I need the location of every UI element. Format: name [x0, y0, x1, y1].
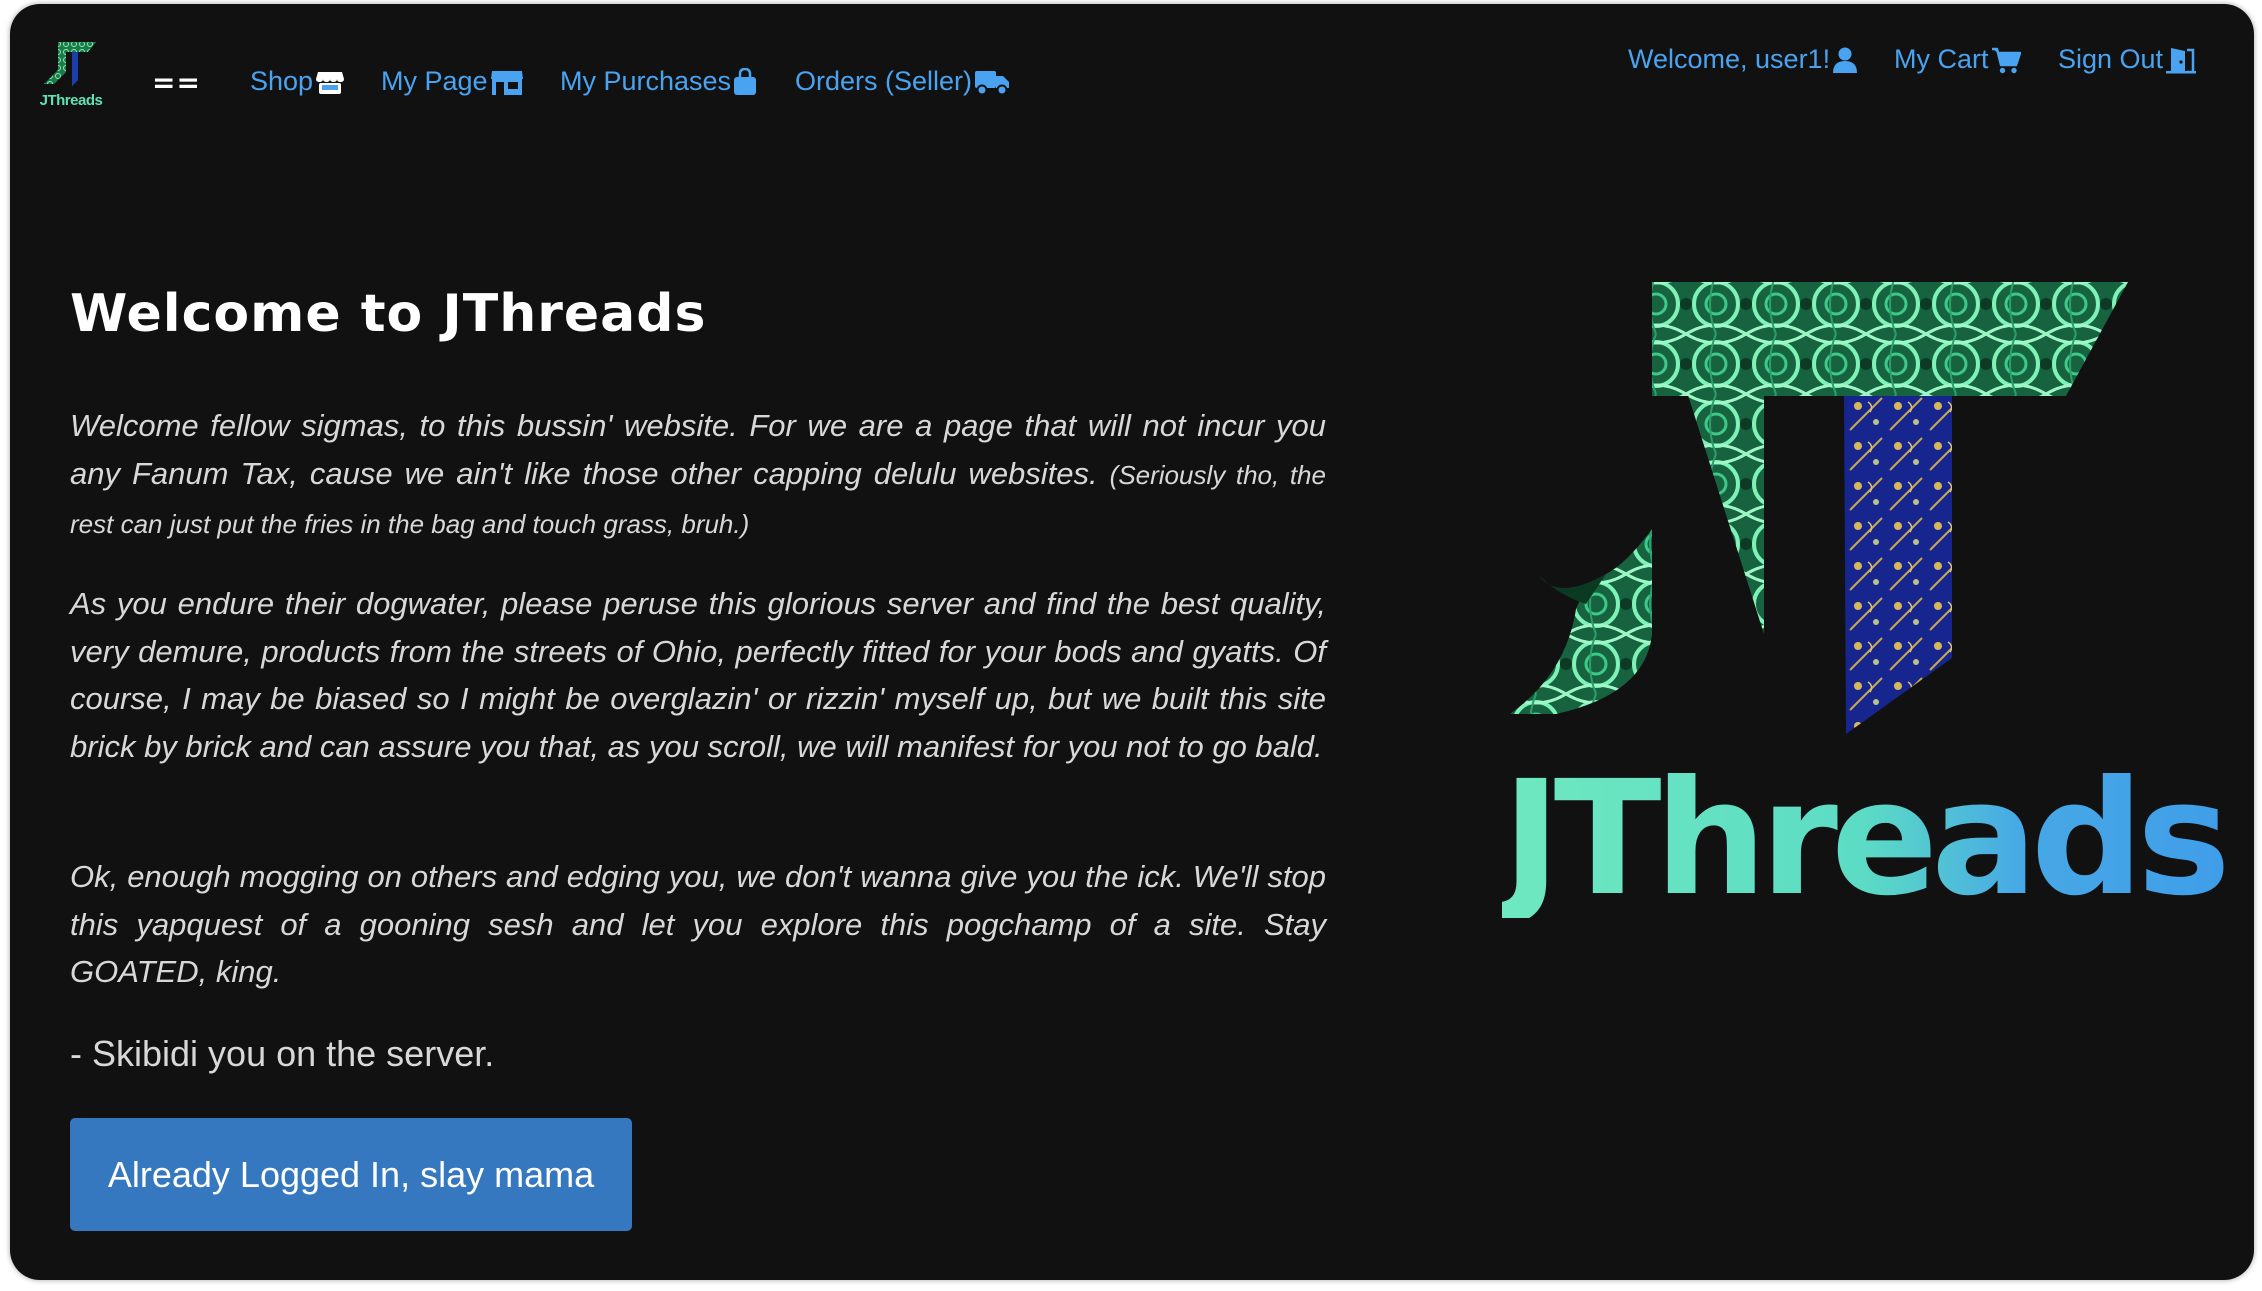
hero-logo: JThreads: [1446, 274, 2231, 964]
nav-my-page-link[interactable]: My Page: [381, 66, 524, 97]
shop-icon: [490, 70, 523, 95]
shopping-bag-icon: [734, 67, 757, 95]
page-title: Welcome to JThreads: [70, 284, 707, 344]
brand-logo[interactable]: JThreads: [38, 40, 104, 112]
cart-icon: [1991, 47, 2021, 73]
top-navbar: JThreads == Shop My Page My Purchases Or…: [10, 4, 2254, 144]
nav-my-purchases-link[interactable]: My Purchases: [560, 66, 757, 97]
nav-shop-label: Shop: [250, 66, 314, 96]
store-icon: [316, 71, 345, 94]
already-logged-in-button[interactable]: Already Logged In, slay mama: [70, 1118, 632, 1231]
truck-icon: [975, 70, 1010, 95]
nav-my-cart-label: My Cart: [1894, 44, 1989, 74]
nav-welcome-user-label: Welcome, user1!: [1628, 44, 1831, 74]
nav-orders-seller-link[interactable]: Orders (Seller): [795, 66, 1010, 97]
hero-wordmark: JThreads: [1502, 747, 2231, 931]
signoff-text: - Skibidi you on the server.: [70, 1033, 495, 1074]
browse-paragraph: As you endure their dogwater, please per…: [70, 586, 1326, 764]
jt-monogram-icon: [1510, 282, 2128, 734]
nav-my-page-label: My Page: [381, 66, 488, 96]
nav-shop-link[interactable]: Shop: [250, 66, 345, 97]
nav-my-purchases-label: My Purchases: [560, 66, 732, 96]
closing-paragraph: Ok, enough mogging on others and edging …: [70, 859, 1326, 989]
intro-paragraph: Welcome fellow sigmas, to this bussin' w…: [70, 402, 1326, 549]
nav-sign-out-label: Sign Out: [2058, 44, 2164, 74]
brand-logo-text: JThreads: [39, 92, 103, 109]
door-open-icon: [2166, 47, 2197, 73]
nav-orders-seller-label: Orders (Seller): [795, 66, 973, 96]
jt-logo-mark-icon: [44, 42, 96, 86]
user-icon: [1833, 47, 1858, 73]
nav-sign-out-link[interactable]: Sign Out: [2058, 44, 2197, 75]
menu-toggle-button[interactable]: ==: [152, 66, 201, 99]
app-window: JThreads == Shop My Page My Purchases Or…: [10, 4, 2254, 1280]
nav-my-cart-link[interactable]: My Cart: [1894, 44, 2021, 75]
nav-welcome-user-link[interactable]: Welcome, user1!: [1628, 44, 1858, 75]
